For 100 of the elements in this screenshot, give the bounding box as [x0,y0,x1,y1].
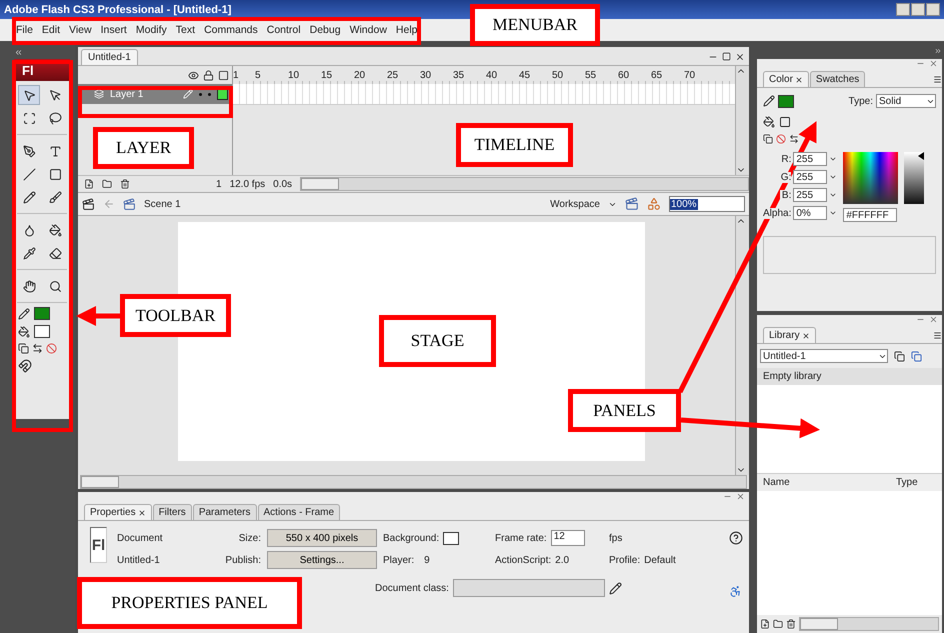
column-header[interactable]: Type [896,477,936,488]
menu-item[interactable]: Modify [136,24,167,36]
column-header[interactable]: Name [763,477,896,488]
timeline-toggle-icon[interactable] [82,198,95,210]
subselection-tool-icon[interactable] [48,88,62,102]
settings-button[interactable]: Settings... [267,551,377,569]
pen-tool-icon[interactable] [22,144,36,158]
panel-tab[interactable]: Filters [152,504,192,520]
paint-bucket-tool-icon[interactable] [48,224,62,236]
maximize-button[interactable] [911,3,925,16]
new-layer-icon[interactable] [84,179,94,189]
new-folder-icon[interactable] [773,619,783,629]
delete-icon[interactable] [786,619,796,629]
new-symbol-icon[interactable] [760,619,770,629]
background-swatch[interactable] [443,532,460,544]
caret-icon[interactable] [829,209,838,217]
minimize-button[interactable] [896,3,910,16]
frame-rate-field[interactable]: 12 [550,530,585,546]
stroke-color-icon[interactable] [763,95,775,107]
menu-item[interactable]: File [16,24,33,36]
channel-field[interactable]: 255 [793,152,828,166]
swap-colors-icon[interactable] [32,343,43,354]
accessibility-icon[interactable] [729,585,742,598]
outline-icon[interactable] [218,70,229,80]
menu-item[interactable]: Window [350,24,387,36]
menu-item[interactable]: Insert [100,24,127,36]
vertical-scrollbar[interactable] [735,66,749,175]
rectangle-tool-icon[interactable] [48,168,62,180]
hex-field[interactable]: #FFFFFF [843,208,898,222]
channel-field[interactable]: 255 [793,170,828,184]
size-button[interactable]: 550 x 400 pixels [267,529,377,547]
channel-field[interactable]: 0% [793,206,828,220]
close-icon[interactable] [138,508,146,516]
panel-tab[interactable]: Parameters [192,504,256,520]
dot-icon[interactable] [208,92,211,96]
fill-swatch-icon[interactable] [779,116,791,128]
panel-tab[interactable]: Properties [84,504,152,520]
caret-icon[interactable] [829,173,838,181]
lock-icon[interactable] [203,70,214,80]
library-dropdown[interactable]: Untitled-1 [760,349,888,363]
zoom-field[interactable]: 100% [669,196,745,212]
panel-menu-icon[interactable] [933,331,942,340]
brightness-bar[interactable] [904,152,924,204]
panel-tab[interactable]: Swatches [810,71,866,87]
collapse-icon[interactable] [14,48,23,56]
close-icon[interactable] [794,76,803,84]
folder-icon[interactable] [102,179,112,189]
menu-item[interactable]: Help [396,24,418,36]
zoom-tool-icon[interactable] [48,280,62,292]
panel-tab[interactable]: Library [763,327,816,343]
caret-icon[interactable] [829,155,838,163]
brush-tool-icon[interactable] [48,190,62,204]
hand-tool-icon[interactable] [22,280,36,292]
line-tool-icon[interactable] [22,168,36,180]
help-icon[interactable] [729,531,743,545]
menu-item[interactable]: View [69,24,92,36]
fill-color-swatch[interactable] [34,325,50,338]
swap-colors-icon[interactable] [789,134,799,144]
free-transform-tool-icon[interactable] [22,112,36,124]
color-spectrum[interactable] [843,152,898,204]
close-button[interactable] [926,3,940,16]
eye-icon[interactable] [188,70,199,80]
menu-item[interactable]: Debug [310,24,341,36]
horizontal-scrollbar[interactable] [300,177,749,191]
menu-item[interactable]: Text [176,24,196,36]
brightness-marker[interactable] [918,152,924,160]
default-colors-icon[interactable] [763,134,773,144]
lasso-tool-icon[interactable] [48,112,62,124]
no-color-icon[interactable] [776,134,786,144]
pencil-tool-icon[interactable] [22,190,36,204]
edit-scene-icon[interactable] [625,197,639,211]
swatch-grid[interactable] [763,236,936,274]
menu-item[interactable]: Control [266,24,301,36]
panel-menu-icon[interactable] [933,75,942,84]
selection-tool-icon[interactable] [22,88,36,102]
scene-name[interactable]: Scene 1 [144,198,181,210]
no-color-icon[interactable] [46,343,57,354]
eraser-tool-icon[interactable] [48,246,62,260]
edit-icon[interactable] [608,582,622,594]
close-icon[interactable] [802,332,810,340]
eyedropper-tool-icon[interactable] [22,246,36,260]
type-dropdown[interactable]: Solid [876,94,936,108]
horizontal-scrollbar[interactable] [80,475,747,489]
stroke-color-swatch[interactable] [34,307,50,320]
edit-symbols-icon[interactable] [647,197,661,211]
horizontal-scrollbar[interactable] [799,617,939,631]
document-tab[interactable]: Untitled-1 [81,49,138,65]
workspace-menu[interactable]: Workspace [550,198,600,210]
document-class-field[interactable] [452,579,605,597]
dot-icon[interactable] [199,92,202,96]
collapse-icon[interactable] [934,47,942,55]
stroke-color-icon[interactable] [18,308,30,320]
menu-item[interactable]: Edit [42,24,60,36]
fill-color-icon[interactable] [18,326,30,338]
ink-bottle-tool-icon[interactable] [22,224,36,236]
menu-item[interactable]: Commands [204,24,258,36]
layer-icon[interactable] [94,89,104,99]
vertical-scrollbar[interactable] [735,216,749,475]
panel-tab[interactable]: Actions - Frame [258,504,340,520]
channel-field[interactable]: 255 [793,188,828,202]
